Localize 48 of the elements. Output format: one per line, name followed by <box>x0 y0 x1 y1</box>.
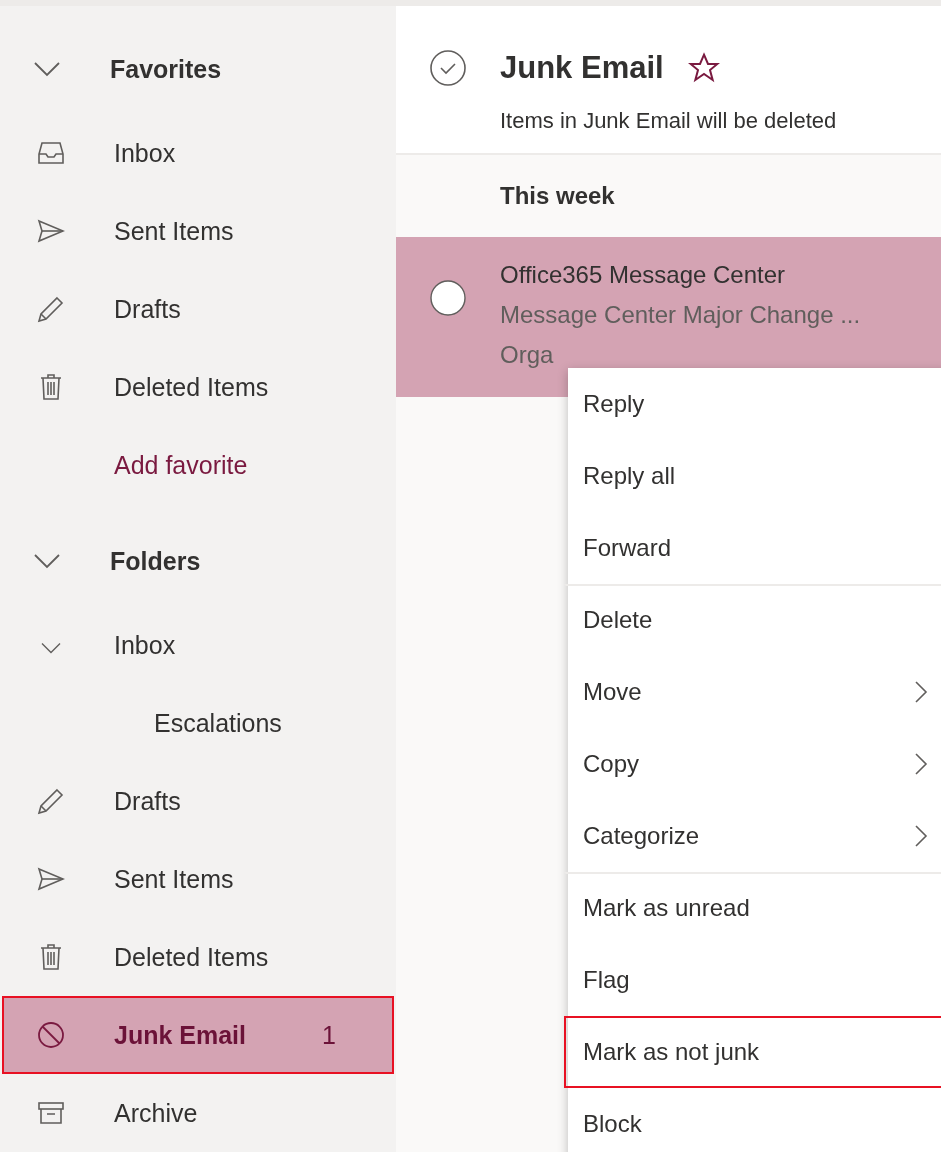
chevron-right-icon <box>914 680 928 704</box>
folder-item[interactable]: Sent Items <box>2 192 394 270</box>
folder-item[interactable]: Sent Items <box>2 840 394 918</box>
archive-icon <box>37 1101 65 1125</box>
section-header[interactable]: Favorites <box>110 54 222 84</box>
retention-notice: Items in Junk Email will be deleted <box>500 108 838 134</box>
chevron-down-icon[interactable] <box>33 553 61 569</box>
check-circle-icon[interactable] <box>429 49 467 87</box>
menu-item[interactable]: Forward <box>564 512 941 584</box>
pencil-icon <box>37 295 65 323</box>
menu-item[interactable]: Reply all <box>564 440 941 512</box>
inbox-icon <box>37 141 65 165</box>
chevron-right-icon <box>914 752 928 776</box>
add-favorite-link[interactable]: Add favorite <box>114 450 248 480</box>
preview-text: Orga <box>500 340 555 370</box>
group-header: This week <box>499 181 616 211</box>
send-icon <box>37 867 65 891</box>
menu-item[interactable]: Mark as unread <box>564 872 941 944</box>
folder-item[interactable]: Archive <box>2 1074 394 1152</box>
folder-item[interactable]: Inbox <box>2 114 394 192</box>
star-icon[interactable] <box>687 52 720 84</box>
subject-line: Message Center Major Change ... <box>500 300 861 330</box>
menu-item[interactable]: Move <box>564 656 941 728</box>
chevron-right-icon <box>914 824 928 848</box>
section-header[interactable]: Folders <box>110 546 201 576</box>
folder-item[interactable]: Drafts <box>2 270 394 348</box>
folder-item[interactable]: Inbox <box>2 606 394 684</box>
send-icon <box>37 219 65 243</box>
radio-button[interactable] <box>429 279 467 317</box>
sender-name: Office365 Message Center <box>500 260 787 290</box>
menu-item[interactable]: Copy <box>564 728 941 800</box>
folder-title: Junk Email <box>500 50 664 86</box>
chevron-down-icon[interactable] <box>40 641 62 654</box>
menu-item[interactable]: Block <box>564 1088 941 1152</box>
folder-item[interactable]: Escalations <box>2 684 394 762</box>
trash-icon <box>39 943 63 971</box>
block-icon <box>37 1021 65 1049</box>
menu-item[interactable]: Categorize <box>564 800 941 872</box>
folder-item[interactable]: Deleted Items <box>2 918 394 996</box>
folder-item[interactable]: Junk Email 1 <box>2 996 394 1074</box>
folder-item[interactable]: Drafts <box>2 762 394 840</box>
trash-icon <box>39 373 63 401</box>
menu-item[interactable]: Flag <box>564 944 941 1016</box>
pencil-icon <box>37 787 65 815</box>
chevron-down-icon[interactable] <box>33 61 61 77</box>
folder-item[interactable]: Deleted Items <box>2 348 394 426</box>
menu-item[interactable]: Mark as not junk <box>564 1016 941 1088</box>
menu-item[interactable]: Delete <box>564 584 941 656</box>
